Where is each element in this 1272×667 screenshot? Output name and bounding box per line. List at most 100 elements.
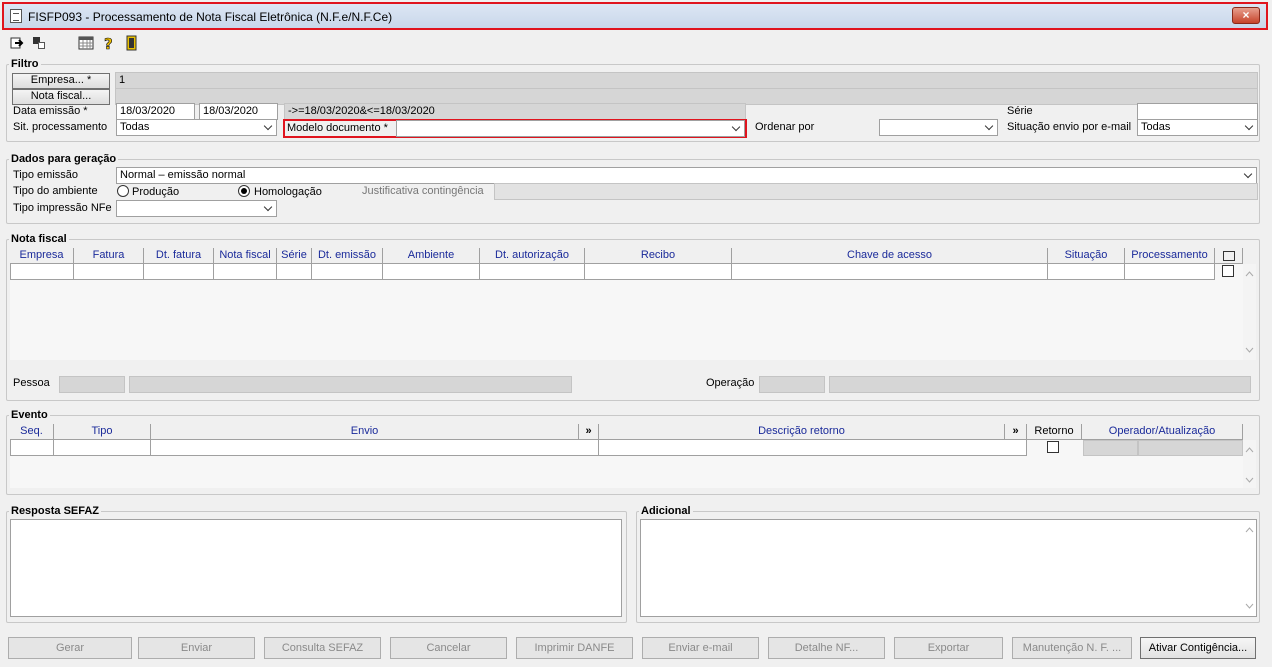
col-ambiente[interactable]: Ambiente xyxy=(383,248,480,264)
table-cell[interactable] xyxy=(1047,264,1125,280)
table-cell[interactable] xyxy=(731,264,1048,280)
situacao-envio-select[interactable]: Todas xyxy=(1137,119,1258,136)
producao-label: Produção xyxy=(132,186,180,198)
table-cell[interactable] xyxy=(1124,264,1215,280)
ativar-contingencia-button[interactable]: Ativar Contigência... xyxy=(1140,637,1256,659)
table-row[interactable] xyxy=(10,264,74,280)
col-processamento[interactable]: Processamento xyxy=(1125,248,1215,264)
manutencao-nf-button[interactable]: Manutenção N. F. ... xyxy=(1012,637,1132,659)
retorno-checkbox[interactable] xyxy=(1047,441,1059,453)
enviar-button[interactable]: Enviar xyxy=(138,637,255,659)
tipo-ambiente-label: Tipo do ambiente xyxy=(13,185,98,197)
ordenar-por-select[interactable] xyxy=(879,119,998,136)
detalhe-nf-button[interactable]: Detalhe NF... xyxy=(768,637,885,659)
operacao-code-field xyxy=(759,376,825,393)
col-chave-acesso[interactable]: Chave de acesso xyxy=(732,248,1048,264)
enviar-email-button[interactable]: Enviar e-mail xyxy=(642,637,759,659)
ordenar-por-label: Ordenar por xyxy=(755,121,815,133)
help-icon[interactable]: ? xyxy=(101,35,117,51)
col-descricao-retorno[interactable]: Descrição retorno xyxy=(599,424,1005,440)
col-situacao[interactable]: Situação xyxy=(1048,248,1125,264)
modelo-documento-select[interactable] xyxy=(396,120,745,137)
producao-radio[interactable] xyxy=(117,185,129,197)
expand-retorno-button[interactable]: » xyxy=(1005,424,1027,440)
table-cell[interactable] xyxy=(143,264,214,280)
nota-fiscal-legend: Nota fiscal xyxy=(11,233,67,245)
modelo-documento-label: Modelo documento * xyxy=(287,122,388,134)
col-envio[interactable]: Envio xyxy=(151,424,579,440)
homologacao-radio[interactable] xyxy=(238,185,250,197)
tipo-impressao-label: Tipo impressão NFe xyxy=(13,202,112,214)
dados-legend: Dados para geração xyxy=(11,153,117,165)
filtro-legend: Filtro xyxy=(11,58,39,70)
pessoa-code-field xyxy=(59,376,125,393)
justificativa-input xyxy=(494,183,1258,200)
col-seq[interactable]: Seq. xyxy=(10,424,54,440)
col-recibo[interactable]: Recibo xyxy=(585,248,732,264)
table-cell[interactable] xyxy=(598,440,1027,456)
expand-envio-button[interactable]: » xyxy=(579,424,599,440)
sit-processamento-select[interactable]: Todas xyxy=(116,119,277,136)
resposta-sefaz-textarea[interactable] xyxy=(10,519,622,617)
col-dt-fatura[interactable]: Dt. fatura xyxy=(144,248,214,264)
svg-text:?: ? xyxy=(104,35,113,51)
exportar-button[interactable]: Exportar xyxy=(894,637,1003,659)
col-empresa[interactable]: Empresa xyxy=(10,248,74,264)
table-cell[interactable] xyxy=(150,440,599,456)
close-button[interactable]: × xyxy=(1232,7,1260,24)
window-title-bar: FISFP093 - Processamento de Nota Fiscal … xyxy=(2,2,1268,30)
table-cell[interactable] xyxy=(53,440,151,456)
tipo-emissao-select[interactable]: Normal – emissão normal xyxy=(116,167,1257,184)
scroll-arrows-icon xyxy=(1245,447,1254,483)
atualizacao-field xyxy=(1138,440,1243,456)
nota-fiscal-scrollbar[interactable] xyxy=(1243,264,1256,360)
tipo-impressao-select[interactable] xyxy=(116,200,277,217)
calendar-grid-icon[interactable] xyxy=(78,35,94,51)
table-cell[interactable] xyxy=(382,264,480,280)
operacao-desc-field xyxy=(829,376,1251,393)
table-cell[interactable] xyxy=(213,264,277,280)
table-cell[interactable] xyxy=(73,264,144,280)
serie-input[interactable] xyxy=(1137,103,1258,120)
homologacao-label: Homologação xyxy=(254,186,322,198)
row-checkbox[interactable] xyxy=(1222,265,1234,277)
col-dt-emissao[interactable]: Dt. emissão xyxy=(312,248,383,264)
window-title: FISFP093 - Processamento de Nota Fiscal … xyxy=(28,10,393,24)
col-dt-autorizacao[interactable]: Dt. autorização xyxy=(480,248,585,264)
col-operador-atualizacao[interactable]: Operador/Atualização xyxy=(1082,424,1243,440)
cancelar-button[interactable]: Cancelar xyxy=(390,637,507,659)
exit-icon[interactable] xyxy=(9,35,25,51)
col-nota-fiscal[interactable]: Nota fiscal xyxy=(214,248,277,264)
scroll-arrows-icon xyxy=(1245,271,1254,353)
justificativa-label: Justificativa contingência xyxy=(362,185,484,197)
layout-icon[interactable] xyxy=(31,35,47,51)
table-cell[interactable] xyxy=(584,264,732,280)
situacao-envio-label: Situação envio por e-mail xyxy=(1007,121,1132,133)
empresa-button[interactable]: Empresa... * xyxy=(12,73,110,89)
adicional-legend: Adicional xyxy=(641,505,691,517)
gerar-button[interactable]: Gerar xyxy=(8,637,132,659)
empresa-field[interactable]: 1 xyxy=(115,72,1258,89)
table-cell[interactable] xyxy=(276,264,312,280)
door-exit-icon[interactable] xyxy=(123,35,139,51)
imprimir-danfe-button[interactable]: Imprimir DANFE xyxy=(516,637,633,659)
evento-scrollbar[interactable] xyxy=(1243,440,1256,488)
nota-fiscal-button[interactable]: Nota fiscal... xyxy=(12,89,110,105)
data-fim-input[interactable]: 18/03/2020 xyxy=(199,103,278,120)
table-cell[interactable] xyxy=(479,264,585,280)
col-select-all[interactable] xyxy=(1215,248,1243,264)
consulta-sefaz-button[interactable]: Consulta SEFAZ xyxy=(264,637,381,659)
data-inicio-input[interactable]: 18/03/2020 xyxy=(116,103,195,120)
serie-label: Série xyxy=(1007,105,1033,117)
operacao-label: Operação xyxy=(706,377,755,389)
col-fatura[interactable]: Fatura xyxy=(74,248,144,264)
evento-row[interactable] xyxy=(10,440,54,456)
resposta-legend: Resposta SEFAZ xyxy=(11,505,100,517)
col-retorno[interactable]: Retorno xyxy=(1027,424,1082,440)
operador-field xyxy=(1083,440,1138,456)
adicional-textarea[interactable] xyxy=(640,519,1257,617)
pessoa-name-field xyxy=(129,376,572,393)
col-tipo[interactable]: Tipo xyxy=(54,424,151,440)
col-serie[interactable]: Série xyxy=(277,248,312,264)
table-cell[interactable] xyxy=(311,264,383,280)
